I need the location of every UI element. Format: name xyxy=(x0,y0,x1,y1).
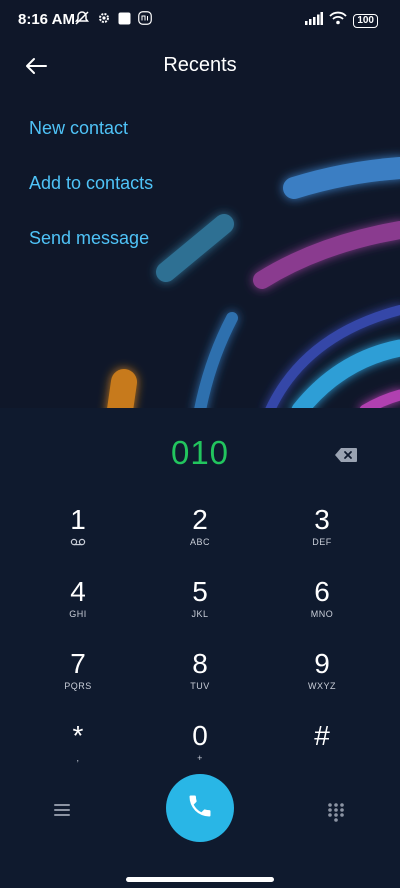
key-6[interactable]: 6 MNO xyxy=(272,577,372,641)
battery-icon: 100 xyxy=(353,13,378,28)
hamburger-menu-icon[interactable] xyxy=(52,802,76,822)
settings-icon xyxy=(97,11,111,30)
status-time: 8:16 AM xyxy=(18,11,75,28)
key-2[interactable]: 2 ABC xyxy=(150,505,250,569)
home-indicator[interactable] xyxy=(126,877,274,882)
add-to-contacts-button[interactable]: Add to contacts xyxy=(29,169,153,224)
call-button[interactable] xyxy=(166,774,234,842)
voicemail-icon xyxy=(28,537,128,549)
key-4[interactable]: 4 GHI xyxy=(28,577,128,641)
backspace-icon[interactable] xyxy=(334,447,360,465)
wifi-icon xyxy=(329,11,347,30)
page-title: Recents xyxy=(163,54,237,76)
dialpad-icon[interactable] xyxy=(327,802,347,822)
key-7[interactable]: 7 PQRS xyxy=(28,649,128,713)
key-5[interactable]: 5 JKL xyxy=(150,577,250,641)
phone-icon xyxy=(186,792,214,825)
contact-actions-menu: New contact Add to contacts Send message xyxy=(29,114,153,279)
signal-icon xyxy=(305,11,324,30)
key-8[interactable]: 8 TUV xyxy=(150,649,250,713)
bottom-action-bar xyxy=(0,764,400,844)
new-contact-button[interactable]: New contact xyxy=(29,114,153,169)
key-3[interactable]: 3 DEF xyxy=(272,505,372,569)
send-message-button[interactable]: Send message xyxy=(29,224,153,279)
square-icon xyxy=(118,12,131,30)
key-1[interactable]: 1 xyxy=(28,505,128,569)
mi-icon xyxy=(138,11,152,30)
key-9[interactable]: 9 WXYZ xyxy=(272,649,372,713)
status-bar: 8:16 AM 100 xyxy=(0,0,400,38)
mute-icon xyxy=(74,10,90,31)
header: Recents xyxy=(0,44,400,88)
